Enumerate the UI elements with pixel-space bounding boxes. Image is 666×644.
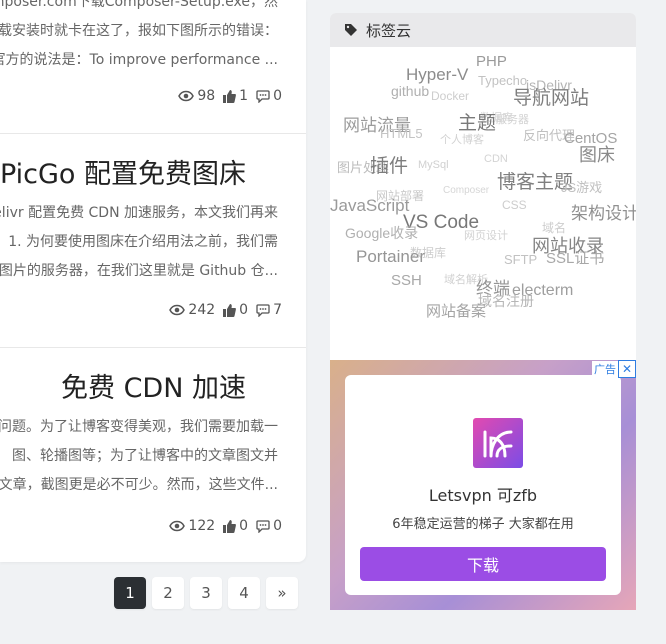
- likes[interactable]: 0: [223, 302, 248, 318]
- tag-link[interactable]: Google收录: [345, 223, 418, 243]
- tags-icon: [345, 24, 357, 36]
- eye-icon: [169, 304, 186, 316]
- tag-link[interactable]: 网站备案: [426, 300, 486, 321]
- page-2-button[interactable]: 2: [152, 577, 184, 609]
- letsvpn-logo-icon: [473, 418, 523, 468]
- post-meta: 122 0 0: [169, 518, 282, 534]
- ad-card[interactable]: Letsvpn 可zfb 6年稳定运营的梯子 大家都在用 下载: [345, 375, 621, 595]
- thumbs-up-icon: [223, 303, 237, 317]
- ad-label: 广告: [592, 361, 618, 377]
- comments[interactable]: 7: [256, 302, 282, 318]
- post-meta: 242 0 7: [169, 302, 282, 318]
- post-divider: [0, 347, 306, 348]
- post-excerpt: 问题。为了让博客变得美观，我们需要加载一 图、轮播图等；为了让博客中的文章图文并…: [0, 419, 278, 493]
- views: 242: [169, 302, 215, 318]
- tag-link[interactable]: Portainer: [356, 247, 425, 267]
- tag-link[interactable]: SSL证书: [546, 247, 604, 268]
- tag-link[interactable]: PHP: [476, 53, 507, 70]
- page-3-button[interactable]: 3: [190, 577, 222, 609]
- tag-link[interactable]: 导航网站: [513, 83, 589, 110]
- tag-link[interactable]: 网页设计: [464, 227, 508, 243]
- tag-link[interactable]: JS游戏: [561, 177, 602, 196]
- advertisement[interactable]: Letsvpn 可zfb 6年稳定运营的梯子 大家都在用 下载 广告 ✕: [330, 360, 636, 610]
- post-excerpt: Delivr 配置免费 CDN 加速服务，本文我们再来 1. 为何要使用图床在介…: [0, 205, 278, 279]
- post-title[interactable]: 免费 CDN 加速: [61, 372, 246, 406]
- tag-link[interactable]: SSH: [391, 272, 422, 289]
- comment-icon: [256, 89, 270, 103]
- tag-link[interactable]: 图床: [579, 141, 615, 167]
- comment-icon: [256, 519, 270, 533]
- post-meta: 98 1 0: [178, 88, 282, 104]
- likes[interactable]: 0: [223, 518, 248, 534]
- tag-link[interactable]: 域名注册: [478, 291, 534, 311]
- close-icon[interactable]: ✕: [618, 360, 636, 378]
- thumbs-up-icon: [223, 89, 237, 103]
- tag-cloud-widget: 标签云 PHP Hyper-V Typecho jsDelivr github Docke…: [330, 13, 636, 360]
- tag-link[interactable]: SFTP: [504, 252, 537, 267]
- likes[interactable]: 1: [223, 88, 248, 104]
- views: 122: [169, 518, 215, 534]
- page-1-button[interactable]: 1: [114, 577, 146, 609]
- tag-link[interactable]: 架构设计: [571, 199, 636, 224]
- eye-icon: [169, 520, 186, 532]
- ad-flag: 广告 ✕: [592, 360, 636, 378]
- comment-icon: [256, 303, 270, 317]
- post-divider: [0, 133, 306, 134]
- tag-link[interactable]: Docker: [431, 89, 469, 103]
- page-4-button[interactable]: 4: [228, 577, 260, 609]
- pagination: 1 2 3 4 »: [114, 577, 298, 609]
- tag-cloud-header: 标签云: [330, 13, 636, 47]
- comments[interactable]: 0: [256, 88, 282, 104]
- tag-cloud-title: 标签云: [366, 21, 412, 40]
- tag-link[interactable]: 个人博客: [440, 131, 484, 147]
- tag-link[interactable]: Hyper-V: [406, 65, 468, 85]
- post-excerpt: composer.com下载Composer-Setup.exe，然 载安装时就…: [0, 0, 278, 68]
- next-page-button[interactable]: »: [266, 577, 298, 609]
- views: 98: [178, 88, 215, 104]
- tag-cloud-body: PHP Hyper-V Typecho jsDelivr github Docker 导航网…: [330, 47, 636, 360]
- tag-link[interactable]: Composer: [443, 185, 489, 196]
- download-button[interactable]: 下载: [360, 547, 606, 581]
- eye-icon: [178, 90, 195, 102]
- comments[interactable]: 0: [256, 518, 282, 534]
- post-list: composer.com下载Composer-Setup.exe，然 载安装时就…: [0, 0, 306, 562]
- post-title[interactable]: PicGo 配置免费图床: [0, 158, 246, 192]
- tag-link[interactable]: JavaScript: [330, 196, 409, 216]
- tag-link[interactable]: github: [391, 83, 429, 99]
- thumbs-up-icon: [223, 519, 237, 533]
- ad-slogan: 6年稳定运营的梯子 大家都在用: [392, 517, 574, 532]
- ad-brand[interactable]: Letsvpn 可zfb: [345, 482, 621, 506]
- tag-link[interactable]: CSS: [502, 198, 527, 212]
- tag-link[interactable]: CDN: [484, 153, 508, 165]
- tag-link[interactable]: 插件: [370, 151, 408, 178]
- tag-link[interactable]: HTML5: [380, 126, 423, 141]
- tag-link[interactable]: MySql: [418, 159, 449, 171]
